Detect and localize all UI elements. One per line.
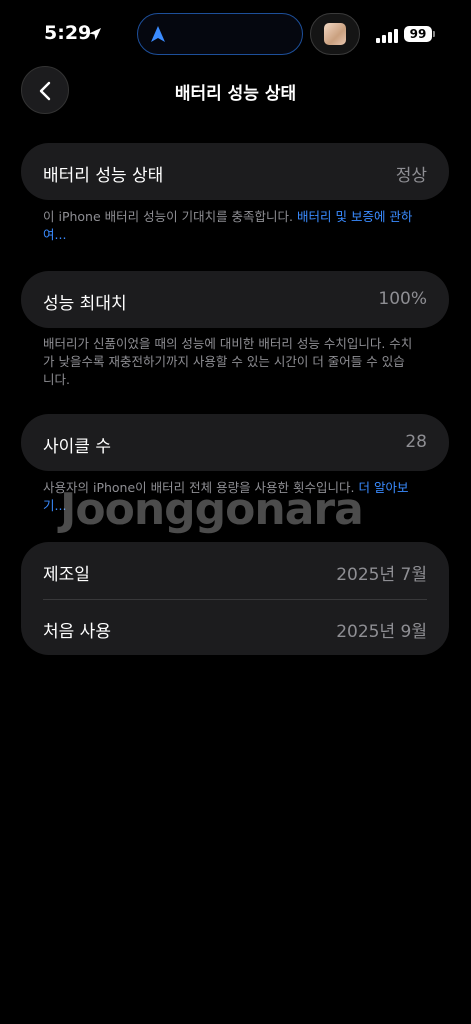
first-use-label: 처음 사용 bbox=[43, 622, 111, 642]
cycle-count-label: 사이클 수 bbox=[43, 437, 111, 457]
maximum-capacity-label: 성능 최대치 bbox=[43, 294, 127, 314]
battery-health-footer: 이 iPhone 배터리 성능이 기대치를 충족합니다. 배터리 및 보증에 관… bbox=[43, 208, 413, 244]
battery-dates-card: 제조일 2025년 7월 처음 사용 2025년 9월 bbox=[21, 542, 449, 655]
status-time: 5:29 bbox=[44, 22, 92, 44]
maximum-capacity-footer: 배터리가 신품이었을 때의 성능에 대비한 배터리 성능 수치입니다. 수치가 … bbox=[43, 336, 413, 387]
battery-health-card: 배터리 성능 상태 정상 bbox=[21, 143, 449, 200]
battery-icon: 99 bbox=[404, 26, 432, 42]
first-use-value: 2025년 9월 bbox=[336, 622, 427, 642]
album-art-icon bbox=[324, 23, 346, 45]
location-arrow-icon bbox=[88, 26, 102, 45]
maximum-capacity-card: 성능 최대치 100% bbox=[21, 271, 449, 328]
navigation-arrow-icon bbox=[150, 25, 166, 47]
battery-health-label: 배터리 성능 상태 bbox=[43, 166, 164, 186]
cycle-count-card: 사이클 수 28 bbox=[21, 414, 449, 471]
dynamic-island-navigation[interactable] bbox=[137, 13, 303, 55]
battery-health-description: 이 iPhone 배터리 성능이 기대치를 충족합니다. bbox=[43, 209, 298, 224]
battery-cap-icon bbox=[433, 31, 435, 37]
battery-health-value: 정상 bbox=[395, 166, 427, 186]
cellular-signal-icon bbox=[376, 28, 398, 47]
manufacture-date-value: 2025년 7월 bbox=[336, 565, 427, 585]
now-playing-pill[interactable] bbox=[310, 13, 360, 55]
manufacture-date-label: 제조일 bbox=[43, 565, 90, 585]
page-title: 배터리 성능 상태 bbox=[174, 84, 297, 104]
watermark-logo: Joonggonara bbox=[60, 484, 364, 535]
maximum-capacity-value: 100% bbox=[378, 289, 427, 309]
cycle-count-value: 28 bbox=[405, 432, 427, 452]
